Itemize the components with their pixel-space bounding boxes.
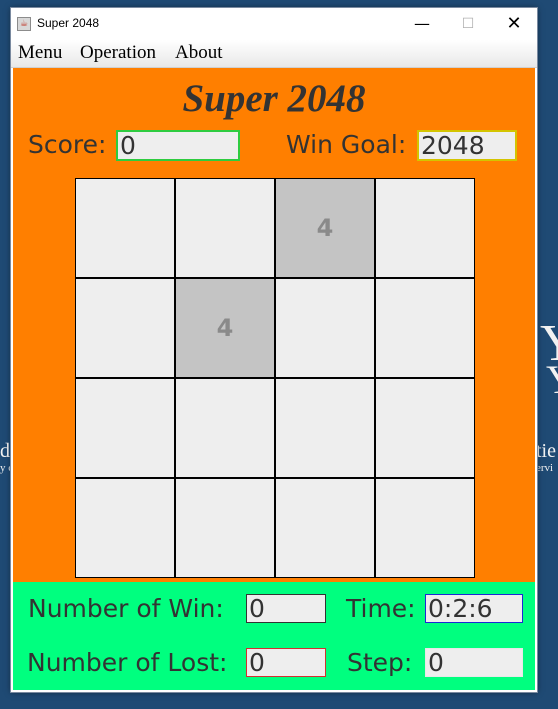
score-label: Score:: [28, 130, 107, 159]
menu-menu[interactable]: Menu: [18, 42, 62, 64]
board-tile: [75, 478, 175, 578]
window-title: Super 2048: [37, 16, 100, 30]
menu-bar: Menu Operation About: [11, 40, 537, 68]
maximize-button[interactable]: ☐: [445, 8, 491, 40]
app-window: ☕ Super 2048 — ☐ ✕ Menu Operation About …: [11, 8, 537, 692]
lost-count-field[interactable]: 0: [246, 648, 326, 677]
board-tile: 4: [175, 278, 275, 378]
time-field[interactable]: 0:2:6: [425, 594, 523, 623]
minimize-button[interactable]: —: [399, 8, 445, 40]
board-tile: [175, 478, 275, 578]
board-tile: [275, 478, 375, 578]
board-tile: [75, 178, 175, 278]
game-board[interactable]: 44: [75, 178, 475, 578]
board-tile: [275, 278, 375, 378]
game-panel: Super 2048 Score: 0 Win Goal: 2048 44: [13, 68, 535, 582]
board-tile: [275, 378, 375, 478]
menu-operation[interactable]: Operation: [80, 42, 156, 64]
title-bar[interactable]: ☕ Super 2048 — ☐ ✕: [11, 8, 537, 40]
board-tile: [175, 378, 275, 478]
close-button[interactable]: ✕: [491, 8, 537, 40]
desktop-text-fragment: ervi: [536, 462, 554, 474]
game-title: Super 2048: [182, 77, 366, 120]
win-count-label: Number of Win:: [28, 594, 224, 623]
win-goal-label: Win Goal:: [286, 130, 407, 159]
score-field[interactable]: 0: [116, 130, 240, 161]
menu-about[interactable]: About: [175, 42, 223, 64]
board-tile: [75, 278, 175, 378]
lost-count-label: Number of Lost:: [27, 648, 228, 677]
step-label: Step:: [347, 648, 413, 677]
board-tile: [375, 178, 475, 278]
desktop-text-fragment: tie: [536, 440, 556, 462]
board-tile: [175, 178, 275, 278]
win-goal-field[interactable]: 2048: [417, 130, 517, 161]
board-tile: [375, 378, 475, 478]
step-field[interactable]: 0: [425, 648, 523, 677]
java-coffee-cup-icon: ☕: [17, 17, 31, 31]
board-tile: 4: [275, 178, 375, 278]
win-count-field[interactable]: 0: [246, 594, 326, 623]
board-tile: [75, 378, 175, 478]
board-tile: [375, 278, 475, 378]
stats-panel: Number of Win: 0 Time: 0:2:6 Number of L…: [13, 582, 535, 690]
desktop-text-fragment: d: [0, 440, 10, 462]
board-tile: [375, 478, 475, 578]
desktop-text-fragment: Y: [546, 360, 558, 400]
time-label: Time:: [346, 594, 416, 623]
